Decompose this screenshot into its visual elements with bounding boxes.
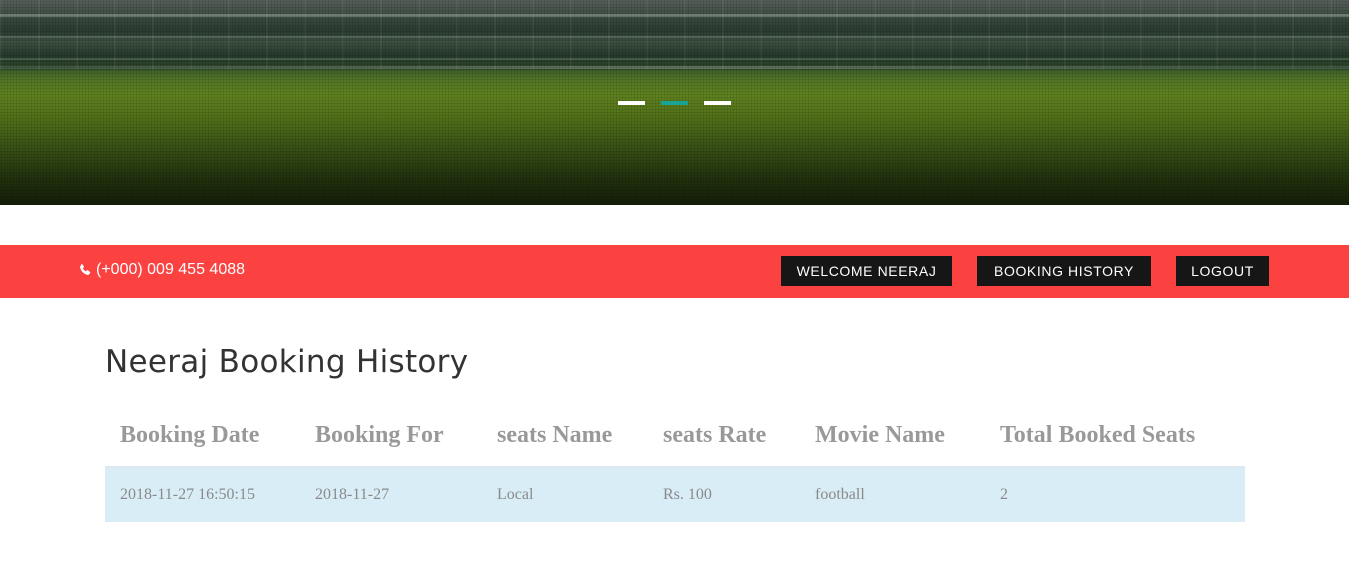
cell-seats-rate: Rs. 100 <box>648 467 800 522</box>
welcome-user-button[interactable]: WELCOME NEERAJ <box>781 256 952 286</box>
cell-seats-name: Local <box>482 467 648 522</box>
phone-number: (+000) 009 455 4088 <box>96 261 246 278</box>
column-header-seats-name: seats Name <box>482 405 648 468</box>
column-header-seats-rate: seats Rate <box>648 405 800 468</box>
booking-history-button[interactable]: BOOKING HISTORY <box>977 256 1151 286</box>
slider-indicators <box>618 101 731 105</box>
table-header-row: Booking Date Booking For seats Name seat… <box>105 405 1245 468</box>
hero-banner <box>0 0 1349 205</box>
column-header-booking-for: Booking For <box>300 405 482 468</box>
booking-history-table: Booking Date Booking For seats Name seat… <box>105 405 1245 522</box>
cell-booking-for: 2018-11-27 <box>300 467 482 522</box>
cell-movie-name: football <box>800 467 985 522</box>
phone-contact: (+000) 009 455 4088 <box>78 261 245 279</box>
slider-dot-3[interactable] <box>704 101 731 105</box>
slider-dot-2[interactable] <box>661 101 688 105</box>
phone-icon <box>80 263 91 275</box>
slider-dot-1[interactable] <box>618 101 645 105</box>
logout-button[interactable]: LOGOUT <box>1176 256 1269 286</box>
column-header-booking-date: Booking Date <box>105 405 300 468</box>
page-title: Neeraj Booking History <box>105 344 469 380</box>
cell-booking-date: 2018-11-27 16:50:15 <box>105 467 300 522</box>
cell-total-booked-seats: 2 <box>985 467 1245 522</box>
table-row: 2018-11-27 16:50:15 2018-11-27 Local Rs.… <box>105 467 1245 522</box>
top-bar: (+000) 009 455 4088 WELCOME NEERAJ BOOKI… <box>0 245 1349 298</box>
column-header-total-booked-seats: Total Booked Seats <box>985 405 1245 468</box>
column-header-movie-name: Movie Name <box>800 405 985 468</box>
